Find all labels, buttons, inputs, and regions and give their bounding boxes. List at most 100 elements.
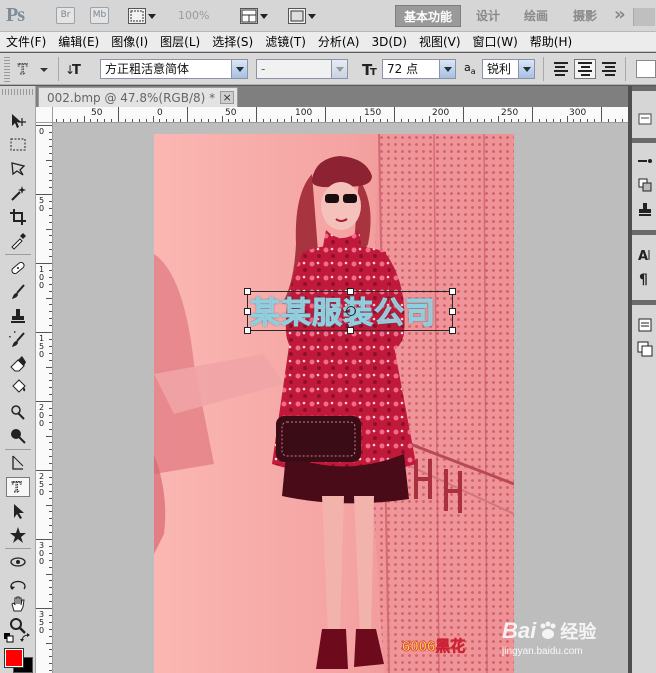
type-mask-tool[interactable]: T	[6, 477, 30, 497]
swap-colors-button[interactable]	[20, 632, 32, 642]
close-icon[interactable]: ×	[220, 91, 235, 104]
antialias-select[interactable]: 锐利	[482, 59, 535, 79]
canvas-viewport[interactable]: 某某服装公司 6006黑花 Bai 经验 jingyan.baidu.com	[53, 123, 628, 673]
foreground-color-swatch[interactable]	[4, 648, 24, 668]
clone-stamp-tool[interactable]	[6, 306, 30, 326]
rectangular-marquee-tool[interactable]	[6, 135, 30, 155]
more-workspaces-button[interactable]: »	[614, 4, 626, 25]
menu-image[interactable]: 图像(I)	[105, 32, 154, 52]
brush-panel-button[interactable]	[636, 152, 654, 170]
transform-handle[interactable]	[449, 327, 456, 334]
menu-view[interactable]: 视图(V)	[413, 32, 467, 52]
history-panel-button[interactable]	[636, 340, 654, 358]
font-style-select[interactable]: -	[256, 59, 348, 79]
zoom-level[interactable]: 100%	[178, 9, 209, 22]
hand-tool[interactable]	[6, 594, 30, 614]
workspace-photography[interactable]: 摄影	[565, 5, 605, 27]
dodge-tool[interactable]	[6, 426, 30, 446]
ruler-label: 250	[38, 473, 45, 497]
ruler-tick	[49, 525, 52, 527]
font-family-value: 方正粗活意简体	[105, 62, 190, 76]
font-size-select[interactable]: 72 点	[382, 59, 456, 79]
default-colors-button[interactable]	[4, 632, 14, 643]
bridge-launch-button[interactable]: Br	[56, 7, 75, 24]
transform-handle[interactable]	[449, 288, 456, 295]
align-center-button[interactable]	[574, 59, 596, 79]
horizontal-ruler[interactable]: 50 0 50 100 150 200 250 300	[53, 107, 628, 123]
history-brush-tool[interactable]	[6, 330, 30, 350]
ruler-tick	[49, 552, 52, 554]
menu-window[interactable]: 窗口(W)	[467, 32, 524, 52]
vertical-ruler[interactable]: 050100150200250300350	[36, 123, 53, 673]
photo-canvas[interactable]	[154, 134, 514, 673]
lasso-tool[interactable]	[6, 159, 30, 179]
view-extras-button[interactable]	[128, 6, 156, 26]
workspace-essentials[interactable]: 基本功能	[395, 5, 462, 27]
ruler-tick	[49, 545, 52, 547]
menu-analysis[interactable]: 分析(A)	[312, 32, 366, 52]
tool-preset-picker[interactable]: T	[16, 59, 52, 82]
photo-image	[154, 134, 514, 673]
ruler-tick	[345, 119, 347, 122]
tools-panel: T	[0, 86, 36, 673]
document-tab-title: 002.bmp @ 47.8%(RGB/8) *	[47, 91, 216, 105]
brush-tool[interactable]	[6, 282, 30, 302]
document-tab[interactable]: 002.bmp @ 47.8%(RGB/8) * ×	[38, 87, 239, 107]
transform-handle[interactable]	[244, 308, 251, 315]
align-right-button[interactable]	[598, 59, 620, 79]
options-grip[interactable]	[4, 56, 10, 82]
panel-options-button[interactable]	[636, 110, 654, 128]
eraser-tool[interactable]	[6, 354, 30, 374]
layer-comps-panel-button[interactable]	[636, 316, 654, 334]
menu-layer[interactable]: 图层(L)	[154, 32, 206, 52]
transform-handle[interactable]	[449, 308, 456, 315]
tool-presets-panel-button[interactable]	[636, 200, 654, 218]
transform-handle[interactable]	[347, 327, 354, 334]
paint-bucket-tool[interactable]	[6, 378, 30, 398]
eyedropper-tool[interactable]	[6, 231, 30, 251]
tools-panel-grip[interactable]	[2, 89, 34, 95]
ruler-tick	[497, 116, 499, 122]
pen-tool[interactable]	[6, 453, 30, 473]
ruler-tick	[49, 214, 52, 216]
photoshop-logo: Ps	[6, 4, 25, 26]
transform-handle[interactable]	[347, 288, 354, 295]
toggle-text-orientation-button[interactable]: ↓ T	[64, 60, 86, 81]
3d-orbit-tool[interactable]	[6, 576, 30, 596]
custom-shape-tool[interactable]	[6, 525, 30, 545]
menu-file[interactable]: 文件(F)	[0, 32, 52, 52]
menu-help[interactable]: 帮助(H)	[524, 32, 578, 52]
clone-source-panel-button[interactable]	[636, 176, 654, 194]
ruler-tick	[290, 116, 292, 122]
arrange-documents-button[interactable]	[240, 6, 268, 26]
menu-3d[interactable]: 3D(D)	[365, 32, 412, 52]
transform-handle[interactable]	[244, 327, 251, 334]
ruler-label: 300	[38, 542, 45, 566]
swap-colors-icon	[20, 633, 30, 642]
menu-select[interactable]: 选择(S)	[206, 32, 259, 52]
text-color-swatch[interactable]	[636, 60, 656, 78]
align-left-button[interactable]	[550, 59, 572, 79]
ruler-tick	[49, 428, 52, 430]
ruler-origin[interactable]	[36, 107, 53, 123]
character-panel-button[interactable]: A	[636, 246, 654, 264]
blur-tool[interactable]	[6, 402, 30, 422]
screen-mode-button[interactable]	[288, 6, 316, 26]
crop-tool[interactable]	[6, 207, 30, 227]
paragraph-panel-button[interactable]: ¶	[636, 270, 654, 288]
move-tool[interactable]	[6, 111, 30, 131]
workspace-search-field[interactable]	[633, 8, 655, 26]
ruler-tick	[601, 107, 602, 122]
text-transform-box[interactable]: 某某服装公司	[244, 288, 456, 334]
mini-bridge-button[interactable]: Mb	[90, 7, 109, 24]
quick-selection-tool[interactable]	[6, 183, 30, 203]
menu-filter[interactable]: 滤镜(T)	[259, 32, 312, 52]
spot-healing-brush-tool[interactable]	[6, 258, 30, 278]
path-selection-tool[interactable]	[6, 501, 30, 521]
transform-handle[interactable]	[244, 288, 251, 295]
workspace-design[interactable]: 设计	[468, 5, 508, 27]
font-family-select[interactable]: 方正粗活意简体	[100, 59, 248, 79]
menu-edit[interactable]: 编辑(E)	[52, 32, 105, 52]
workspace-painting[interactable]: 绘画	[516, 5, 556, 27]
3d-rotate-tool[interactable]	[6, 552, 30, 572]
